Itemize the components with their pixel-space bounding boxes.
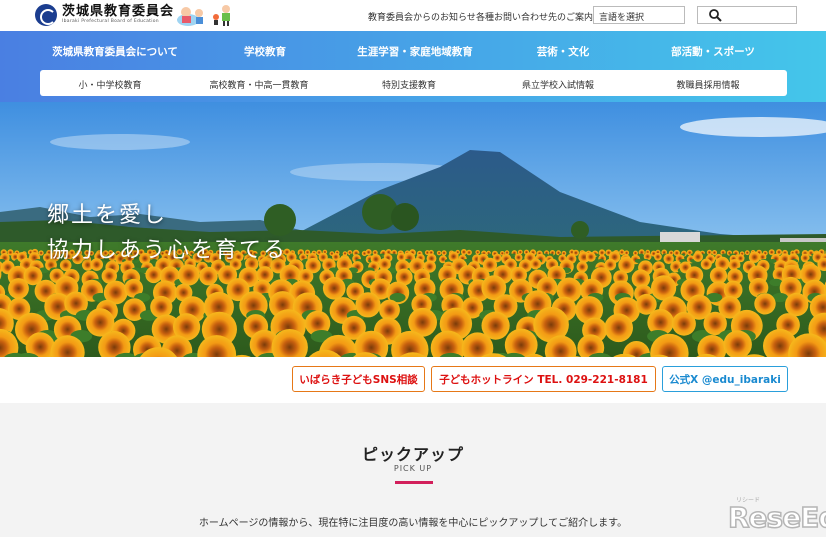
sunflower [744,250,750,256]
sunflower [355,292,381,318]
sunflower [700,258,712,270]
pickup-description: ホームページの情報から、現在特に注目度の高い情報を中心にピックアップしてご紹介し… [198,518,628,529]
sunflower [654,252,662,261]
org-name-en: Ibaraki Prefectural Board of Education [62,19,159,25]
sunflower [711,250,718,256]
sunflower [178,264,200,286]
sunflower [672,311,696,336]
sunflower [466,249,472,256]
sunflower [322,277,346,300]
mountain-sunflower-field-image [0,102,826,357]
pickup-title: ピックアップ [361,445,464,464]
sunflower [365,249,372,256]
sunflower-leaf [487,253,492,256]
site-header: 茨城県教育委員会 Ibaraki Prefectural Board of Ed… [0,0,826,31]
hero-tagline-line2: 協力しあう心を育てる [47,238,288,263]
subnav-item-teacher-recruitment[interactable]: 教職員採用情報 [676,78,739,91]
sunflower [436,250,442,256]
sunflower [768,249,775,256]
sunflower [604,313,633,343]
subnav-item-high-school[interactable]: 高校教育・中高一貫教育 [209,78,308,91]
sunflower [706,249,713,255]
header-link-contacts[interactable]: 各種お問い合わせ先のご案内 [476,10,593,23]
site-logo[interactable]: 茨城県教育委員会 Ibaraki Prefectural Board of Ed… [35,4,174,26]
sunflower [785,292,809,317]
sunflower-leaf [639,253,644,256]
hero-tagline-line1: 郷土を愛し [47,203,168,228]
sunflower-leaf [722,253,727,256]
sunflower [576,261,588,273]
search-input[interactable] [697,6,797,24]
hero-image: 郷土を愛し 協力しあう心を育てる [0,102,826,357]
sunflower [145,266,162,284]
official-x-button[interactable]: 公式X @edu_ibaraki [662,366,788,392]
sunflower-leaf [769,259,777,263]
sub-nav: 小・中学校教育 高校教育・中高一貫教育 特別支援教育 県立学校入試情報 教職員採… [40,70,787,96]
subnav-item-entrance-exam[interactable]: 県立学校入試情報 [522,78,594,91]
sunflower-leaf [511,253,516,256]
prefecture-emblem-icon [35,4,57,26]
search-icon [709,9,722,22]
sunflower [441,250,447,256]
sunflower-leaf [549,253,554,256]
org-name: 茨城県教育委員会 [62,4,175,20]
hotline-button[interactable]: 子どもホットライン TEL. 029-221-8181 [431,366,656,392]
sunflower [475,250,481,255]
featured-links: いばらき子どもSNS相談 子どもホットライン TEL. 029-221-8181… [0,357,826,403]
sunflower [8,278,29,299]
pickup-accent-bar [395,481,433,484]
sns-consult-button[interactable]: いばらき子どもSNS相談 [292,366,425,392]
nav-item-club-sports[interactable]: 部活動・スポーツ [671,44,755,59]
sunflower [619,249,625,255]
pickup-section: ピックアップ PICK UP ホームページの情報から、現在特に注目度の高い情報を… [0,403,826,537]
sunflower [199,266,218,286]
sunflower [754,293,776,315]
subnav-item-elementary[interactable]: 小・中学校教育 [78,78,141,91]
main-nav: 茨城県教育委員会について 学校教育 生涯学習・家庭地域教育 芸術・文化 部活動・… [0,31,826,70]
watermark-logo: ReseEd [727,500,826,535]
sunflower-leaf [380,253,385,256]
language-select[interactable]: 言語を選択 [593,6,685,24]
subnav-item-special-support[interactable]: 特別支援教育 [382,78,436,91]
sunflower [693,251,703,262]
sunflower [586,252,596,262]
pickup-subtitle: PICK UP [393,464,433,473]
nav-item-lifelong-learning[interactable]: 生涯学習・家庭地域教育 [357,44,473,59]
sunflower-leaf [391,253,396,256]
mascot-characters-icon [177,5,230,26]
sunflower [460,249,467,255]
nav-item-school-education[interactable]: 学校教育 [244,44,286,59]
header-link-notices[interactable]: 教育委員会からのお知らせ [368,10,476,23]
sunflower [379,299,400,321]
nav-item-arts-culture[interactable]: 芸術・文化 [537,44,590,59]
nav-item-about[interactable]: 茨城県教育委員会について [52,44,178,59]
sunflower [514,253,523,262]
sunflower [38,250,44,256]
